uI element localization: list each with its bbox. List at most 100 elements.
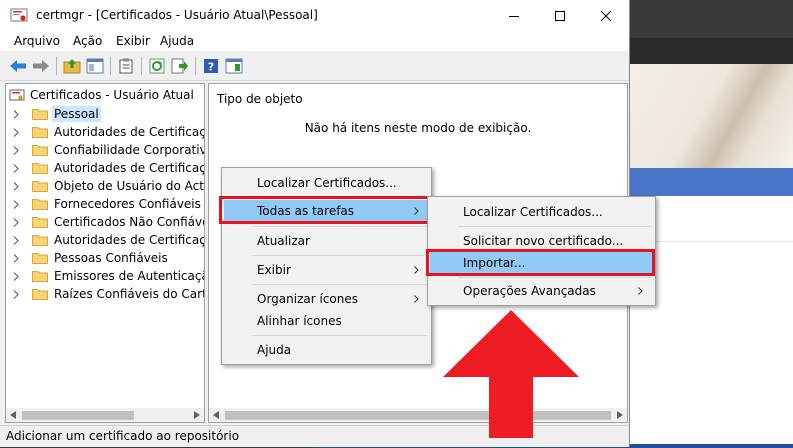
maximize-button[interactable] (537, 0, 583, 31)
menu-separator (252, 284, 427, 285)
tree-item[interactable]: Autoridades de Certificação I (10, 159, 204, 177)
scroll-right-icon[interactable] (615, 410, 625, 420)
tree-item-label: Objeto de Usuário do Active D (54, 179, 204, 193)
menu-item-label: Atualizar (257, 234, 310, 248)
column-header-object-type[interactable]: Tipo de objeto (217, 92, 303, 106)
tree-scrollbar-thumb[interactable] (22, 411, 134, 420)
tree-item[interactable]: Raízes Confiáveis do Cartão In (10, 285, 204, 303)
tree-item[interactable]: Objeto de Usuário do Active D (10, 177, 204, 195)
menu-item-alinhar-icones[interactable]: Alinhar ícones (224, 310, 429, 332)
scroll-left-icon[interactable] (8, 410, 18, 420)
minimize-button[interactable] (491, 0, 537, 31)
tree-item[interactable]: Emissores de Autenticação de (10, 267, 204, 285)
toolbar-separator (56, 57, 57, 75)
folder-icon (32, 235, 48, 246)
tree-item-label: Pessoas Confiáveis (54, 251, 168, 265)
menu-item-label: Ajuda (257, 343, 292, 357)
show-tree-button[interactable] (85, 56, 105, 76)
annotation-highlight-importar (426, 249, 655, 276)
certificate-store-icon (9, 89, 25, 101)
console-tree: Certificados - Usuário Atual Pessoal Auto… (5, 83, 205, 423)
tree-item[interactable]: Autoridades de Certificação R (10, 231, 204, 249)
expand-chevron-icon[interactable] (10, 199, 22, 209)
expand-chevron-icon[interactable] (10, 145, 22, 155)
tree-item-label: Fornecedores Confiáveis (54, 197, 201, 211)
refresh-button[interactable] (147, 56, 167, 76)
certificate-app-icon (10, 8, 28, 22)
menu-item-label: Alinhar ícones (257, 314, 342, 328)
menu-item-label: Solicitar novo certificado... (463, 234, 624, 248)
menu-separator (458, 226, 651, 227)
tree-item[interactable]: Pessoas Confiáveis (10, 249, 170, 267)
export-button[interactable] (170, 56, 190, 76)
annotation-arrow-up-icon (443, 310, 579, 438)
expand-chevron-icon[interactable] (10, 163, 22, 173)
menu-separator (458, 277, 651, 278)
submenu-item-localizar-certificados[interactable]: Localizar Certificados... (430, 201, 653, 223)
menu-item-label: Exibir (257, 263, 291, 277)
expand-chevron-icon[interactable] (10, 217, 22, 227)
tree-item[interactable]: Certificados Não Confiáveis (10, 213, 205, 231)
submenu-chevron-icon (414, 295, 419, 303)
menu-arquivo[interactable]: Arquivo (14, 34, 60, 48)
folder-icon (32, 109, 48, 120)
expand-chevron-icon[interactable] (10, 181, 22, 191)
tree-item-label: Autoridades de Certificação R (54, 233, 204, 247)
expand-chevron-icon[interactable] (10, 289, 22, 299)
title-bar[interactable]: certmgr - [Certificados - Usuário Atual\… (0, 0, 629, 31)
submenu-chevron-icon (638, 287, 643, 295)
tree-item-label: Autoridades de Certificação R (54, 125, 204, 139)
expand-chevron-icon[interactable] (10, 253, 22, 263)
expand-chevron-icon[interactable] (10, 127, 22, 137)
folder-icon (32, 253, 48, 264)
folder-icon (32, 181, 48, 192)
expand-chevron-icon[interactable] (10, 271, 22, 281)
tree-horizontal-scrollbar[interactable] (6, 408, 204, 422)
back-arrow-icon (10, 60, 26, 72)
forward-arrow-icon (33, 60, 49, 72)
menu-item-exibir[interactable]: Exibir (224, 259, 429, 281)
back-button[interactable] (8, 56, 28, 76)
menu-item-localizar-certificados[interactable]: Localizar Certificados... (224, 172, 429, 194)
tree-item[interactable]: Autoridades de Certificação R (10, 123, 204, 141)
menu-item-atualizar[interactable]: Atualizar (224, 230, 429, 252)
folder-icon (32, 289, 48, 300)
expand-chevron-icon[interactable] (10, 235, 22, 245)
menu-exibir[interactable]: Exibir (116, 34, 150, 48)
console-tree-icon (86, 58, 104, 74)
menu-acao[interactable]: Ação (73, 34, 102, 48)
tree-item[interactable]: Pessoal (10, 105, 101, 123)
scroll-right-icon[interactable] (192, 410, 202, 420)
properties-button[interactable] (116, 56, 136, 76)
export-list-icon (171, 58, 188, 74)
tree-item-label: Emissores de Autenticação de (54, 269, 204, 283)
svg-text:?: ? (208, 61, 214, 74)
tree-item-label: Certificados Não Confiáveis (54, 215, 205, 229)
background-photo (630, 64, 793, 168)
tree-item-label: Confiabilidade Corporativa (54, 143, 205, 157)
clipboard-icon (119, 58, 133, 74)
menu-item-organizar-icones[interactable]: Organizar ícones (224, 288, 429, 310)
tree-item-label: Pessoal (52, 106, 101, 122)
folder-icon (32, 199, 48, 210)
close-button[interactable] (583, 0, 629, 31)
tree-item[interactable]: Fornecedores Confiáveis (10, 195, 203, 213)
action-pane-icon (225, 58, 243, 74)
menu-ajuda[interactable]: Ajuda (160, 34, 194, 48)
submenu-item-operacoes-avancadas[interactable]: Operações Avançadas (430, 280, 653, 302)
background-dark-strip (630, 38, 793, 64)
toolbar-separator (141, 57, 142, 75)
expand-chevron-icon[interactable] (10, 109, 22, 119)
scroll-left-icon[interactable] (211, 410, 221, 420)
toolbar: ? (0, 52, 629, 81)
help-button[interactable]: ? (201, 56, 221, 76)
annotation-highlight-todas-as-tarefas (219, 196, 432, 224)
tree-root-item[interactable]: Certificados - Usuário Atual (9, 88, 194, 102)
menu-item-ajuda[interactable]: Ajuda (224, 339, 429, 361)
maximize-icon (555, 10, 565, 21)
up-folder-button[interactable] (62, 56, 82, 76)
show-action-pane-button[interactable] (224, 56, 244, 76)
forward-button[interactable] (31, 56, 51, 76)
tree-item[interactable]: Confiabilidade Corporativa (10, 141, 205, 159)
tree-root-label: Certificados - Usuário Atual (30, 88, 194, 102)
